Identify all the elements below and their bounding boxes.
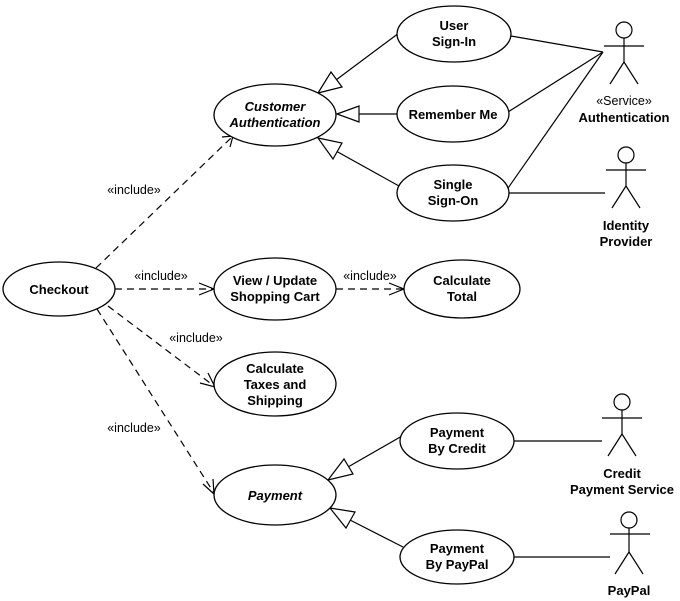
include-label: «include» xyxy=(107,183,161,197)
use-case-label: User xyxy=(440,18,469,33)
generalization-payment-by-paypal xyxy=(328,507,404,548)
use-case-label: Taxes and xyxy=(244,377,307,392)
use-case-payment-by-credit[interactable]: Payment By Credit xyxy=(399,412,515,470)
generalization-payment-by-credit xyxy=(326,435,403,481)
use-case-label: Shipping xyxy=(247,393,303,408)
use-case-single-sign-on[interactable]: Single Sign-On xyxy=(396,164,510,222)
actor-label: Identity xyxy=(603,218,650,233)
use-case-remember-me[interactable]: Remember Me xyxy=(396,85,510,143)
include-checkout-customer-authentication xyxy=(95,135,234,269)
generalization-user-sign-in xyxy=(316,32,400,94)
use-case-view-update-shopping-cart[interactable]: View / Update Shopping Cart xyxy=(213,257,337,321)
generalization-single-sign-on xyxy=(316,137,400,187)
use-case-calculate-total[interactable]: Calculate Total xyxy=(403,259,521,319)
use-case-calculate-taxes-and-shipping[interactable]: Calculate Taxes and Shipping xyxy=(213,351,337,417)
use-case-label: Calculate xyxy=(433,273,491,288)
include-cart-calculate-total xyxy=(336,282,406,296)
use-case-label: By PayPal xyxy=(426,557,489,572)
use-case-user-sign-in[interactable]: User Sign-In xyxy=(396,5,512,63)
use-case-label: View / Update xyxy=(233,273,317,288)
association-authentication-remember-me xyxy=(507,51,604,113)
use-case-label: Sign-In xyxy=(432,34,476,49)
use-case-payment-by-paypal[interactable]: Payment By PayPal xyxy=(399,529,515,585)
use-case-checkout[interactable]: Checkout xyxy=(2,261,116,317)
use-case-label: Sign-On xyxy=(428,193,479,208)
use-case-label: Authentication xyxy=(229,115,321,130)
use-case-label: Remember Me xyxy=(409,107,498,122)
actor-label: Authentication xyxy=(579,110,670,125)
use-case-payment[interactable]: Payment xyxy=(213,464,337,526)
stick-figure-icon xyxy=(606,146,646,209)
include-label: «include» xyxy=(343,269,397,283)
include-label: «include» xyxy=(107,421,161,435)
use-case-label: Customer xyxy=(245,99,307,114)
stick-figure-icon xyxy=(610,511,650,575)
use-case-customer-authentication[interactable]: Customer Authentication xyxy=(213,83,337,147)
stick-figure-icon xyxy=(602,393,642,457)
association-authentication-user-sign-in xyxy=(510,35,604,53)
include-checkout-calculate-taxes xyxy=(107,305,217,388)
stick-figure-icon xyxy=(604,21,644,85)
actor-identity-provider[interactable]: Identity Provider xyxy=(600,146,653,249)
include-checkout-view-update-cart xyxy=(115,282,216,296)
use-case-label: By Credit xyxy=(428,441,486,456)
use-case-label: Payment xyxy=(248,488,303,503)
actor-paypal[interactable]: PayPal xyxy=(608,511,651,598)
actor-label: PayPal xyxy=(608,583,651,598)
use-case-label: Single xyxy=(433,177,472,192)
include-label: «include» xyxy=(169,331,223,345)
use-case-label: Payment xyxy=(430,541,485,556)
actor-label: Provider xyxy=(600,234,653,249)
use-case-diagram: «include» «include» «include» «include» … xyxy=(2,5,674,598)
use-case-label: Checkout xyxy=(29,282,89,297)
generalization-remember-me xyxy=(335,105,397,123)
actor-label: Payment Service xyxy=(570,482,674,497)
actor-label: Credit xyxy=(603,466,641,481)
use-case-label: Total xyxy=(447,289,477,304)
actor-authentication[interactable]: «Service» Authentication xyxy=(579,21,670,125)
include-label: «include» xyxy=(134,269,188,283)
use-case-label: Shopping Cart xyxy=(230,289,320,304)
use-case-label: Payment xyxy=(430,425,485,440)
actor-credit-payment-service[interactable]: Credit Payment Service xyxy=(570,393,674,497)
use-case-label: Calculate xyxy=(246,361,304,376)
actor-stereotype: «Service» xyxy=(596,94,652,108)
